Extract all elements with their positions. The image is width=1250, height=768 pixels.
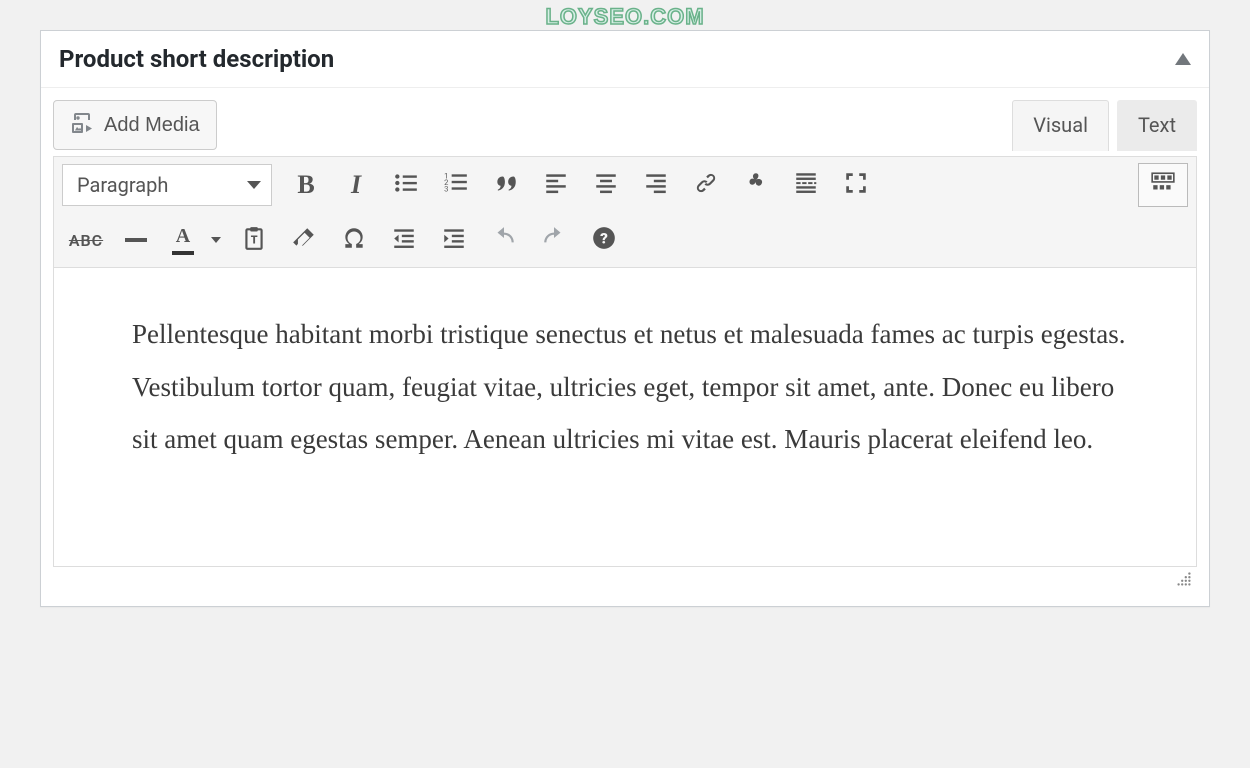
editor-footer <box>53 567 1197 592</box>
fullscreen-icon <box>843 170 869 200</box>
editor-mode-tabs: Visual Text <box>1004 100 1197 151</box>
horizontal-line-icon <box>125 238 147 242</box>
bold-icon: B <box>297 170 314 200</box>
svg-text:T: T <box>251 233 258 246</box>
chevron-down-icon <box>211 237 221 243</box>
text-color-icon: A <box>172 225 194 255</box>
editor-toolbar: Paragraph B I 123 <box>53 156 1197 267</box>
add-media-button[interactable]: Add Media <box>53 100 217 150</box>
italic-button[interactable]: I <box>332 164 380 206</box>
outdent-icon <box>391 225 417 255</box>
format-select-value: Paragraph <box>77 173 168 197</box>
watermark: LOYSEO.COM <box>545 4 704 30</box>
strikethrough-button[interactable]: ABC <box>62 219 110 261</box>
horizontal-rule-button[interactable] <box>112 219 160 261</box>
redo-button[interactable] <box>530 219 578 261</box>
align-center-icon <box>593 170 619 200</box>
insert-more-button[interactable] <box>782 164 830 206</box>
toolbar-extra-button[interactable] <box>732 164 780 206</box>
editor-paragraph: Pellentesque habitant morbi tristique se… <box>132 308 1126 466</box>
paste-as-text-button[interactable]: T <box>230 219 278 261</box>
redo-icon <box>541 225 567 255</box>
align-center-button[interactable] <box>582 164 630 206</box>
link-icon <box>693 170 719 200</box>
numbered-list-button[interactable]: 123 <box>432 164 480 206</box>
align-left-icon <box>543 170 569 200</box>
omega-icon <box>341 225 367 255</box>
kitchen-sink-icon <box>1150 170 1176 200</box>
undo-icon <box>491 225 517 255</box>
panel-body: Add Media Visual Text Paragraph B I <box>41 88 1209 606</box>
resize-grip-icon[interactable] <box>1175 570 1193 592</box>
pinwheel-icon <box>743 170 769 200</box>
insert-link-button[interactable] <box>682 164 730 206</box>
clipboard-icon: T <box>241 225 267 255</box>
text-color-button[interactable]: A <box>162 219 204 261</box>
format-select[interactable]: Paragraph <box>62 164 272 206</box>
read-more-icon <box>793 170 819 200</box>
numbered-list-icon: 123 <box>443 170 469 200</box>
add-media-label: Add Media <box>104 115 200 135</box>
text-color-dropdown[interactable] <box>204 219 228 261</box>
align-right-icon <box>643 170 669 200</box>
tab-visual[interactable]: Visual <box>1012 100 1109 151</box>
panel-title: Product short description <box>59 45 334 73</box>
editor-content-area[interactable]: Pellentesque habitant morbi tristique se… <box>53 267 1197 567</box>
blockquote-button[interactable] <box>482 164 530 206</box>
media-icon <box>70 111 94 139</box>
strikethrough-icon: ABC <box>69 231 103 250</box>
product-short-description-panel: Product short description Add Media Visu… <box>40 30 1210 607</box>
bulleted-list-icon <box>393 170 419 200</box>
chevron-down-icon <box>247 181 261 189</box>
align-right-button[interactable] <box>632 164 680 206</box>
undo-button[interactable] <box>480 219 528 261</box>
outdent-button[interactable] <box>380 219 428 261</box>
blockquote-icon <box>493 170 519 200</box>
bold-button[interactable]: B <box>282 164 330 206</box>
help-icon: ? <box>591 225 617 255</box>
align-left-button[interactable] <box>532 164 580 206</box>
collapse-toggle-icon[interactable] <box>1175 53 1191 65</box>
indent-button[interactable] <box>430 219 478 261</box>
bulleted-list-button[interactable] <box>382 164 430 206</box>
panel-header: Product short description <box>41 31 1209 88</box>
toolbar-row-2: ABC A T <box>54 213 1196 267</box>
clear-formatting-button[interactable] <box>280 219 328 261</box>
italic-icon: I <box>351 170 361 200</box>
special-character-button[interactable] <box>330 219 378 261</box>
svg-text:?: ? <box>600 229 608 247</box>
help-button[interactable]: ? <box>580 219 628 261</box>
eraser-icon <box>291 225 317 255</box>
media-and-tabs-row: Add Media Visual Text <box>53 100 1197 150</box>
fullscreen-button[interactable] <box>832 164 880 206</box>
tab-text[interactable]: Text <box>1117 100 1197 151</box>
toolbar-toggle-button[interactable] <box>1138 163 1188 207</box>
toolbar-row-1: Paragraph B I 123 <box>54 157 1196 213</box>
svg-text:3: 3 <box>444 185 448 194</box>
indent-icon <box>441 225 467 255</box>
